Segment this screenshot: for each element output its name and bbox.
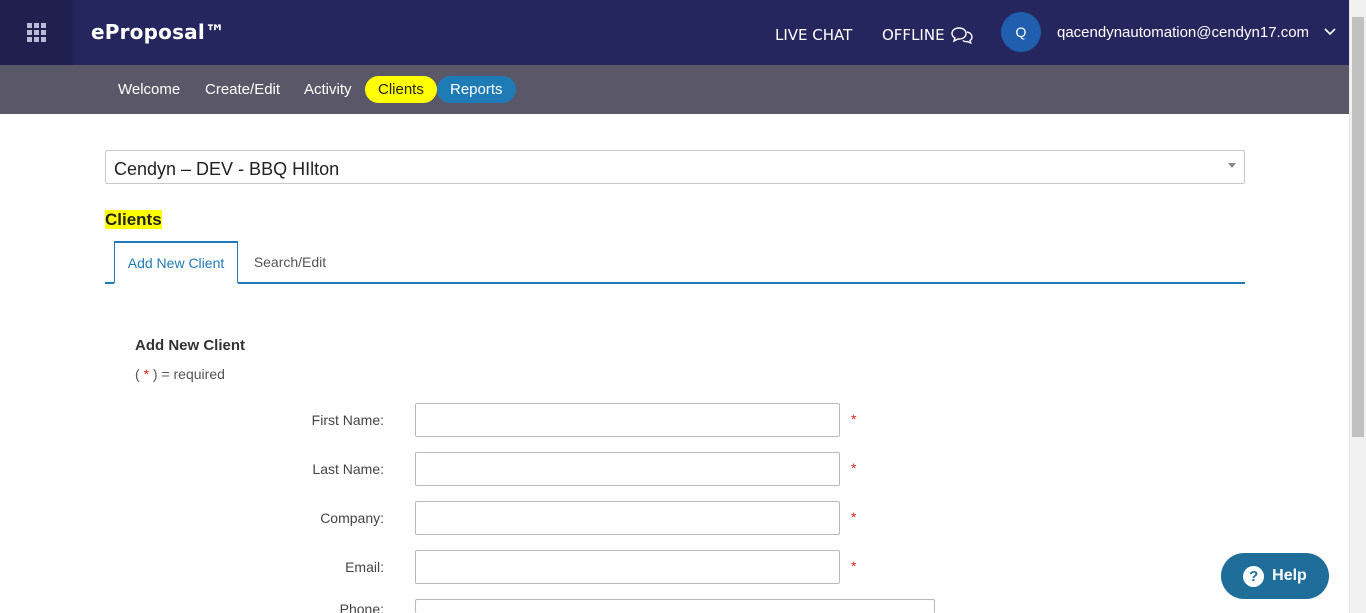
top-header: eProposal™ LIVE CHAT OFFLINE Q qacendyna…: [0, 0, 1349, 65]
nav-item-activity[interactable]: Activity: [291, 76, 365, 103]
first-name-field[interactable]: [415, 403, 840, 437]
tab-search-edit[interactable]: Search/Edit: [240, 241, 340, 282]
help-label: Help: [1272, 567, 1307, 584]
nav-item-create-edit[interactable]: Create/Edit: [192, 76, 293, 103]
company-field[interactable]: [415, 501, 840, 535]
form-title: Add New Client: [135, 337, 246, 354]
tab-add-new-client[interactable]: Add New Client: [114, 241, 238, 284]
page-scrollbar[interactable]: [1349, 0, 1366, 613]
company-label: Company:: [320, 510, 384, 526]
tabs-underline: [105, 282, 1245, 284]
scrollbar-thumb[interactable]: [1352, 17, 1364, 437]
offline-label: OFFLINE: [882, 26, 945, 44]
required-note-open: (: [135, 366, 144, 382]
company-required-star: *: [851, 509, 857, 525]
live-chat-link[interactable]: LIVE CHAT: [775, 26, 852, 44]
grid-icon: [27, 23, 46, 42]
page-title: Clients: [105, 210, 162, 229]
required-note: ( * ) = required: [135, 366, 225, 382]
last-name-label: Last Name:: [312, 461, 384, 477]
email-field[interactable]: [415, 550, 840, 584]
app-launcher-button[interactable]: [0, 0, 73, 65]
help-button[interactable]: ? Help: [1221, 553, 1329, 599]
brand-logo-text: eProposal™: [91, 20, 226, 44]
property-select[interactable]: Cendyn – DEV - BBQ HIlton: [105, 150, 1245, 184]
user-email-menu[interactable]: qacendynautomation@cendyn17.com: [1057, 24, 1309, 41]
required-note-close: ) = required: [149, 366, 225, 382]
email-required-star: *: [851, 558, 857, 574]
chevron-down-icon[interactable]: [1324, 28, 1336, 36]
user-avatar[interactable]: Q: [1001, 12, 1041, 52]
question-icon: ?: [1243, 565, 1265, 587]
nav-item-welcome[interactable]: Welcome: [105, 76, 193, 103]
email-label: Email:: [345, 559, 384, 575]
phone-field[interactable]: [415, 599, 935, 613]
phone-label: Phone:: [339, 601, 384, 613]
last-name-field[interactable]: [415, 452, 840, 486]
main-nav: Welcome Create/Edit Activity Clients Rep…: [0, 65, 1349, 114]
property-select-value: Cendyn – DEV - BBQ HIlton: [114, 159, 340, 179]
chat-bubbles-icon: [950, 27, 973, 44]
first-name-label: First Name:: [311, 412, 384, 428]
nav-item-clients[interactable]: Clients: [365, 76, 437, 103]
nav-item-reports[interactable]: Reports: [437, 76, 516, 103]
last-name-required-star: *: [851, 460, 857, 476]
dropdown-caret-icon: [1228, 163, 1236, 168]
chat-status-offline[interactable]: OFFLINE: [882, 26, 973, 44]
first-name-required-star: *: [851, 411, 857, 427]
